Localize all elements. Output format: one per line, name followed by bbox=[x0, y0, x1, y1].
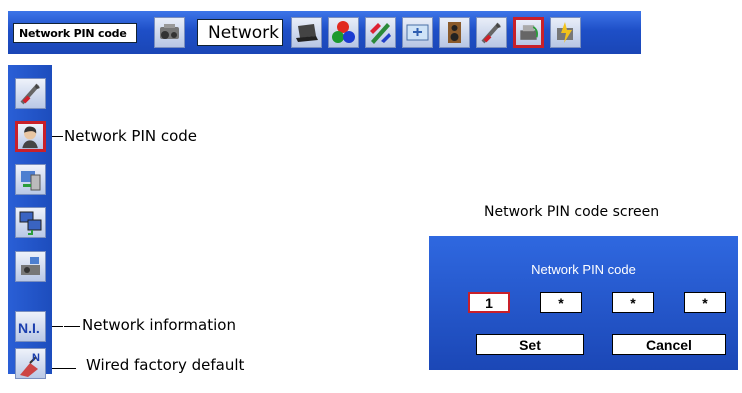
pin-digit-4[interactable]: * bbox=[684, 292, 726, 313]
pin-digit-1[interactable]: 1 bbox=[468, 292, 510, 313]
tools-icon[interactable] bbox=[15, 78, 46, 109]
tools-icon[interactable] bbox=[476, 17, 507, 48]
pin-screen-caption: Network PIN code screen bbox=[484, 204, 660, 220]
callout-network-information: Network information bbox=[82, 316, 236, 334]
computer-network-icon[interactable] bbox=[15, 207, 46, 238]
color-balls-icon[interactable] bbox=[328, 17, 359, 48]
callout-line bbox=[52, 136, 63, 137]
network-information-icon[interactable]: N.I. bbox=[15, 311, 46, 342]
cancel-button[interactable]: Cancel bbox=[612, 334, 726, 355]
sidebar: N.I. N bbox=[8, 65, 52, 379]
svg-text:N: N bbox=[32, 352, 40, 364]
callout-line bbox=[52, 326, 63, 327]
menu-bar: Network PIN code Network bbox=[8, 11, 641, 54]
projector-network-icon[interactable] bbox=[15, 251, 46, 282]
network-icon[interactable] bbox=[513, 17, 544, 48]
callout-line bbox=[64, 326, 80, 327]
network-settings-icon[interactable] bbox=[15, 164, 46, 195]
person-icon[interactable] bbox=[15, 121, 46, 152]
pin-code-dialog: Network PIN code 1 * * * Set Cancel bbox=[429, 236, 738, 370]
screen-icon[interactable] bbox=[402, 17, 433, 48]
pin-digit-2[interactable]: * bbox=[540, 292, 582, 313]
projector-icon[interactable] bbox=[154, 17, 185, 48]
callout-network-pin-code: Network PIN code bbox=[64, 127, 198, 145]
set-button[interactable]: Set bbox=[476, 334, 584, 355]
laptop-icon[interactable] bbox=[291, 17, 322, 48]
callout-wired-factory-default: Wired factory default bbox=[86, 356, 245, 374]
wired-factory-default-icon[interactable]: N bbox=[15, 348, 46, 379]
speaker-icon[interactable] bbox=[439, 17, 470, 48]
pin-digit-3[interactable]: * bbox=[612, 292, 654, 313]
svg-text:N.I.: N.I. bbox=[18, 320, 40, 336]
menu-title-label: Network PIN code bbox=[13, 23, 137, 43]
dialog-title: Network PIN code bbox=[531, 262, 636, 277]
image-adjust-icon[interactable] bbox=[365, 17, 396, 48]
callout-line bbox=[52, 368, 76, 369]
power-plug-icon[interactable] bbox=[550, 17, 581, 48]
submenu-title-label: Network bbox=[197, 19, 283, 46]
